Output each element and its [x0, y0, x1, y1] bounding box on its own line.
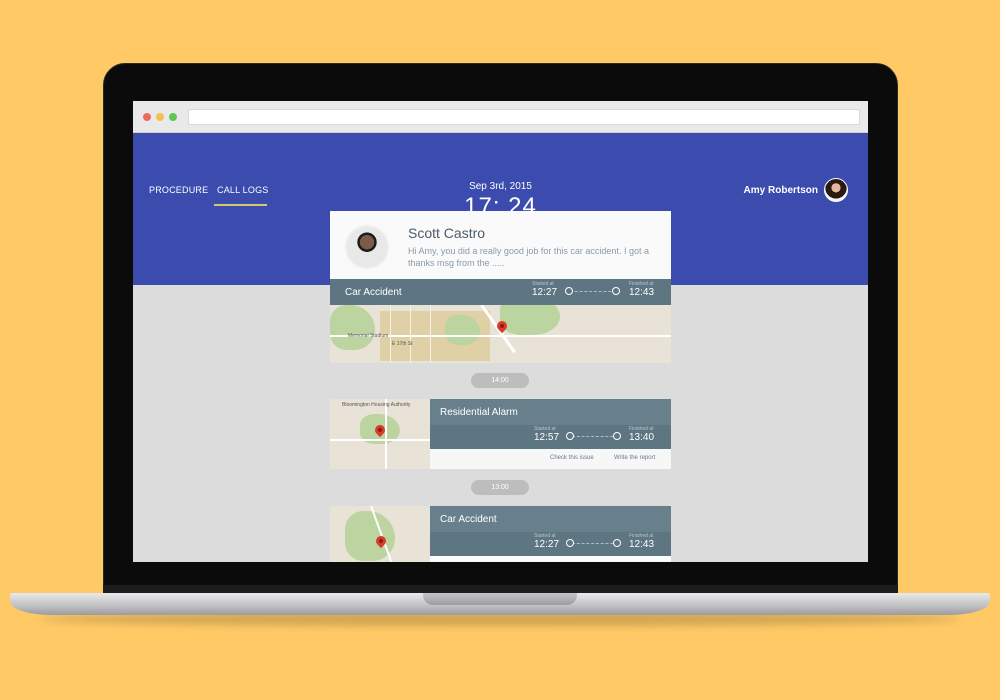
map-label: Memorial Stadium — [348, 333, 389, 339]
user-name[interactable]: Amy Robertson — [744, 185, 818, 196]
end-time: 12:43 — [629, 287, 655, 298]
laptop-hinge — [103, 585, 898, 593]
start-dot-icon — [566, 539, 574, 547]
start-time-block: Started at 12:57 — [534, 426, 559, 443]
start-time-block: Started at 12:27 — [532, 281, 557, 298]
event-actions: Check this issue Write the report — [430, 449, 671, 469]
end-time-block: Finished at 12:43 — [629, 533, 654, 550]
end-time: 13:40 — [629, 432, 655, 443]
event-header: Residential Alarm — [430, 399, 671, 425]
user-avatar[interactable] — [824, 178, 848, 202]
write-report-link[interactable]: Write the report — [614, 455, 655, 461]
event-title: Residential Alarm — [440, 407, 518, 418]
event-title: Car Accident — [345, 287, 402, 298]
message-card[interactable]: Scott Castro Hi Amy, you did a really go… — [330, 211, 671, 279]
end-dot-icon — [613, 539, 621, 547]
timeline-line — [570, 291, 616, 292]
sender-avatar — [345, 225, 389, 269]
event-card[interactable]: Bloomington Housing Authority Residentia… — [330, 399, 671, 469]
start-dot-icon — [566, 432, 574, 440]
maximize-window-button[interactable] — [169, 113, 177, 121]
end-time-block: Finished at 13:40 — [629, 426, 654, 443]
end-time-block: Finished at 12:43 — [629, 281, 654, 298]
event-map[interactable]: Memorial Stadium E 17th St — [330, 305, 671, 363]
event-map[interactable]: Bloomington Housing Authority — [330, 399, 430, 469]
check-issue-link[interactable]: Check this issue — [550, 455, 594, 461]
start-time-block: Started at 12:27 — [534, 533, 559, 550]
event-card[interactable]: Car Accident Started at 12:27 Finished a… — [330, 506, 671, 562]
start-time: 12:57 — [534, 432, 560, 443]
end-dot-icon — [612, 287, 620, 295]
start-time: 12:27 — [532, 287, 558, 298]
sender-name: Scott Castro — [408, 225, 486, 241]
close-window-button[interactable] — [143, 113, 151, 121]
address-bar[interactable] — [188, 109, 860, 125]
start-dot-icon — [565, 287, 573, 295]
time-divider: 13:00 — [471, 480, 529, 495]
message-preview: Hi Amy, you did a really good job for th… — [408, 246, 649, 268]
end-time: 12:43 — [629, 539, 655, 550]
event-map[interactable] — [330, 506, 430, 562]
map-label: E 17th St — [392, 341, 413, 347]
map-label: Bloomington Housing Authority — [342, 402, 411, 408]
timeline-line — [572, 543, 618, 544]
end-dot-icon — [613, 432, 621, 440]
browser-toolbar — [133, 101, 868, 133]
event-header[interactable]: Car Accident Started at 12:27 Finished a… — [330, 279, 671, 305]
minimize-window-button[interactable] — [156, 113, 164, 121]
laptop-notch — [423, 593, 577, 605]
event-title: Car Accident — [440, 514, 497, 525]
event-header: Car Accident — [430, 506, 671, 532]
screen: PROCEDURE CALL LOGS Sep 3rd, 2015 17: 24… — [133, 101, 868, 562]
event-times: Started at 12:57 Finished at 13:40 — [430, 425, 671, 449]
time-divider: 14:00 — [471, 373, 529, 388]
start-time: 12:27 — [534, 539, 560, 550]
event-times: Started at 12:27 Finished at 12:43 — [430, 532, 671, 556]
timeline-line — [572, 436, 618, 437]
